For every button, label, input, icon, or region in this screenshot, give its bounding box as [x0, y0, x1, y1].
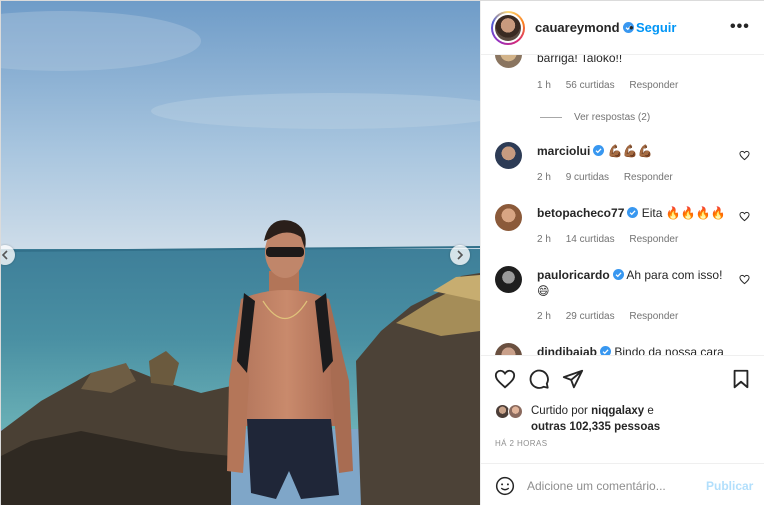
reply-button[interactable]: Responder — [624, 172, 673, 183]
reply-button[interactable]: Responder — [629, 234, 678, 245]
liker-username[interactable]: niqgalaxy — [591, 405, 644, 417]
heart-icon[interactable] — [739, 211, 750, 222]
comment-text: dindibaiab Bindo da nossa cara — [537, 345, 724, 355]
comment-time: 2 h — [537, 311, 551, 322]
post-header: cauareymond • Seguir ••• — [481, 1, 764, 55]
author-username[interactable]: cauareymond — [535, 20, 634, 35]
view-replies-button[interactable]: Ver respostas (2) — [540, 112, 650, 123]
verified-badge-icon — [593, 145, 605, 156]
liker-avatar[interactable] — [508, 404, 523, 419]
author-avatar[interactable] — [491, 11, 525, 45]
comment-likes[interactable]: 56 curtidas — [566, 80, 615, 91]
comment-body: Ah para com isso! — [626, 268, 723, 282]
verified-badge-icon — [600, 346, 611, 355]
comment-meta: 2 h 9 curtidas Responder — [537, 172, 685, 183]
header-separator: • — [629, 20, 634, 35]
comment-avatar[interactable] — [495, 55, 522, 68]
chevron-left-icon — [1, 250, 8, 260]
comment-text: pauloricardo Ah para com isso! — [537, 268, 722, 282]
publish-button[interactable]: Publicar — [706, 479, 753, 493]
post-photo[interactable] — [1, 1, 480, 505]
comment-time: 1 h — [537, 80, 551, 91]
comment-likes[interactable]: 29 curtidas — [566, 311, 615, 322]
comment-body: 💪🏾💪🏾💪🏾 — [607, 144, 653, 158]
comment-likes[interactable]: 14 curtidas — [566, 234, 615, 245]
others-likes-link[interactable]: outras 102,335 pessoas — [531, 421, 660, 433]
comment-username[interactable]: marciolui — [537, 144, 590, 158]
likes-summary: Curtido por niqgalaxy e outras 102,335 p… — [481, 399, 764, 457]
reply-button[interactable]: Responder — [629, 311, 678, 322]
heart-icon[interactable] — [739, 150, 750, 161]
post-time[interactable]: HÁ 2 HORAS — [495, 439, 547, 448]
heart-icon[interactable] — [739, 274, 750, 285]
likes-text: Curtido por niqgalaxy e outras 102,335 p… — [531, 405, 661, 433]
comment-avatar[interactable] — [495, 266, 522, 293]
comment-input[interactable] — [527, 477, 697, 495]
comment-username[interactable]: pauloricardo — [537, 268, 610, 282]
post-dialog: cauareymond • Seguir ••• barriga! Taloko… — [0, 0, 764, 505]
follow-button[interactable]: Seguir — [636, 20, 676, 35]
verified-badge-icon — [612, 269, 624, 280]
comment-username[interactable]: betopacheco77 — [537, 206, 624, 220]
reply-button[interactable]: Responder — [629, 80, 678, 91]
paper-plane-icon[interactable] — [562, 368, 584, 390]
bookmark-icon[interactable] — [730, 368, 752, 390]
comment-meta: 2 h 14 curtidas Responder — [537, 234, 690, 245]
smiley-icon[interactable] — [495, 476, 515, 496]
photo-scene — [1, 1, 480, 505]
more-options-icon[interactable]: ••• — [730, 18, 750, 36]
next-photo-button[interactable] — [450, 245, 470, 265]
comment-icon[interactable] — [528, 368, 550, 390]
comment-text: barriga! Taloko!! — [537, 55, 623, 65]
comment-text: betopacheco77 Eita 🔥🔥🔥🔥 — [537, 206, 726, 220]
comment-time: 2 h — [537, 234, 551, 245]
comment-avatar[interactable] — [495, 142, 522, 169]
comment-meta: 1 h 56 curtidas Responder — [537, 80, 690, 91]
heart-icon[interactable] — [494, 368, 516, 390]
add-comment-bar: Publicar — [481, 463, 764, 505]
chevron-right-icon — [457, 250, 464, 260]
comments-list[interactable]: barriga! Taloko!! 1 h 56 curtidas Respon… — [481, 55, 764, 355]
comment-body-line2: 😄 — [537, 284, 550, 298]
comment-avatar[interactable] — [495, 204, 522, 231]
comment-body: Eita 🔥🔥🔥🔥 — [641, 206, 726, 220]
verified-badge-icon — [627, 207, 639, 218]
comment-body: Bindo da nossa cara — [614, 345, 724, 355]
comment-likes[interactable]: 9 curtidas — [566, 172, 609, 183]
comment-time: 2 h — [537, 172, 551, 183]
post-side-panel: cauareymond • Seguir ••• barriga! Taloko… — [480, 1, 764, 505]
comment-text: marciolui 💪🏾💪🏾💪🏾 — [537, 144, 653, 158]
post-actions-bar — [481, 355, 764, 403]
comment-meta: 2 h 29 curtidas Responder — [537, 311, 690, 322]
comment-username[interactable]: dindibaiab — [537, 345, 597, 355]
comment-avatar[interactable] — [495, 343, 522, 355]
